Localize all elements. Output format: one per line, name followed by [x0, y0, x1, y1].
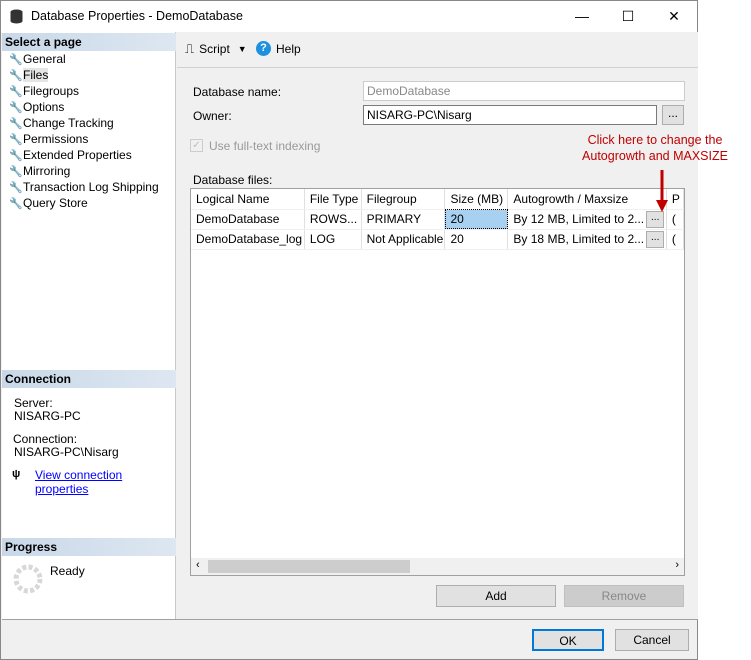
help-icon: ?: [256, 41, 271, 56]
sidebar-item-files[interactable]: 🔧Files: [9, 67, 49, 83]
database-name-label: Database name:: [193, 85, 282, 99]
view-connection-properties-link[interactable]: View connection properties: [35, 468, 175, 496]
owner-browse-button[interactable]: ...: [662, 105, 684, 125]
sidebar-item-transaction-log-shipping[interactable]: 🔧Transaction Log Shipping: [9, 179, 159, 195]
scroll-right-icon[interactable]: ›: [675, 559, 679, 571]
owner-field[interactable]: NISARG-PC\Nisarg: [363, 105, 657, 125]
wrench-icon: 🔧: [9, 198, 23, 210]
database-name-field: DemoDatabase: [363, 81, 685, 101]
connection-label: Connection:: [13, 432, 78, 446]
maximize-button[interactable]: ☐: [605, 1, 651, 32]
title-bar: Database Properties - DemoDatabase — ☐ ✕: [1, 1, 697, 32]
connection-header: Connection: [2, 370, 176, 388]
minimize-button[interactable]: —: [559, 1, 605, 32]
fulltext-checkbox: ✓: [190, 139, 203, 152]
sidebar-item-change-tracking[interactable]: 🔧Change Tracking: [9, 115, 114, 131]
logical-name-cell[interactable]: DemoDatabase_log: [191, 229, 305, 250]
select-page-header: Select a page: [2, 33, 176, 51]
progress-status: Ready: [50, 564, 85, 578]
sidebar-item-query-store[interactable]: 🔧Query Store: [9, 195, 88, 211]
database-files-grid[interactable]: Logical Name File Type Filegroup Size (M…: [190, 188, 685, 576]
wrench-icon: 🔧: [9, 70, 23, 82]
autogrowth-edit-button[interactable]: ...: [646, 230, 665, 248]
autogrowth-cell: By 12 MB, Limited to 2...: [507, 209, 645, 230]
close-button[interactable]: ✕: [651, 1, 697, 32]
column-header[interactable]: Autogrowth / Maxsize: [507, 189, 645, 210]
wrench-icon: 🔧: [9, 54, 23, 66]
remove-button: Remove: [564, 585, 684, 607]
progress-header: Progress: [2, 538, 176, 556]
window-title: Database Properties - DemoDatabase: [31, 9, 243, 23]
dialog-window: Database Properties - DemoDatabase — ☐ ✕…: [0, 0, 698, 660]
file-type-cell[interactable]: ROWS...: [304, 209, 362, 230]
horizontal-scrollbar[interactable]: ‹ ›: [191, 558, 684, 575]
help-button[interactable]: ? Help: [256, 41, 301, 56]
script-icon: ⎍: [185, 41, 195, 56]
footer-divider: [2, 619, 698, 620]
database-icon: [10, 9, 23, 24]
script-button[interactable]: ⎍ Script ▼: [185, 41, 247, 57]
wrench-icon: 🔧: [9, 134, 23, 146]
table-row[interactable]: DemoDatabase_log LOG Not Applicable 20 B…: [191, 229, 684, 250]
progress-spinner-icon: [13, 564, 43, 594]
scroll-left-icon[interactable]: ‹: [196, 559, 200, 571]
sidebar-item-permissions[interactable]: 🔧Permissions: [9, 131, 88, 147]
sidebar-item-filegroups[interactable]: 🔧Filegroups: [9, 83, 79, 99]
file-type-cell[interactable]: LOG: [304, 229, 362, 250]
database-files-label: Database files:: [193, 173, 273, 187]
server-value: NISARG-PC: [14, 409, 81, 423]
wrench-icon: 🔧: [9, 102, 23, 114]
connection-plug-icon: ψ: [12, 468, 21, 480]
wrench-icon: 🔧: [9, 166, 23, 178]
wrench-icon: 🔧: [9, 182, 23, 194]
add-button[interactable]: Add: [436, 585, 556, 607]
connection-value: NISARG-PC\Nisarg: [14, 445, 119, 459]
sidebar-item-options[interactable]: 🔧Options: [9, 99, 64, 115]
sidebar-item-general[interactable]: 🔧General: [9, 51, 66, 67]
filegroup-cell[interactable]: PRIMARY: [361, 209, 446, 230]
column-header[interactable]: Filegroup: [361, 189, 446, 210]
autogrowth-cell: By 18 MB, Limited to 2...: [507, 229, 645, 250]
left-panel: Select a page 🔧General 🔧Files 🔧Filegroup…: [2, 32, 176, 619]
column-header[interactable]: File Type: [304, 189, 362, 210]
fulltext-label: Use full-text indexing: [209, 139, 321, 153]
toolbar: ⎍ Script ▼ ? Help: [177, 32, 698, 68]
annotation-arrow-icon: [656, 170, 668, 212]
sidebar-item-extended-properties[interactable]: 🔧Extended Properties: [9, 147, 132, 163]
size-cell[interactable]: 20: [444, 209, 509, 230]
column-header[interactable]: Logical Name: [191, 189, 305, 210]
server-label: Server:: [14, 396, 53, 410]
owner-label: Owner:: [193, 109, 232, 123]
wrench-icon: 🔧: [9, 150, 23, 162]
column-header[interactable]: Size (MB): [444, 189, 509, 210]
grid-header-row: Logical Name File Type Filegroup Size (M…: [191, 189, 684, 210]
dropdown-arrow-icon: ▼: [237, 44, 247, 54]
cancel-button[interactable]: Cancel: [615, 629, 689, 651]
logical-name-cell[interactable]: DemoDatabase: [191, 209, 305, 230]
sidebar-item-mirroring[interactable]: 🔧Mirroring: [9, 163, 70, 179]
table-row[interactable]: DemoDatabase ROWS... PRIMARY 20 By 12 MB…: [191, 209, 684, 230]
ok-button[interactable]: OK: [532, 629, 604, 651]
size-cell[interactable]: 20: [444, 229, 509, 250]
wrench-icon: 🔧: [9, 118, 23, 130]
path-cell[interactable]: (: [666, 229, 684, 250]
annotation-text: Click here to change the Autogrowth and …: [582, 133, 728, 163]
scrollbar-thumb[interactable]: [208, 560, 410, 573]
wrench-icon: 🔧: [9, 86, 23, 98]
filegroup-cell[interactable]: Not Applicable: [361, 229, 446, 250]
